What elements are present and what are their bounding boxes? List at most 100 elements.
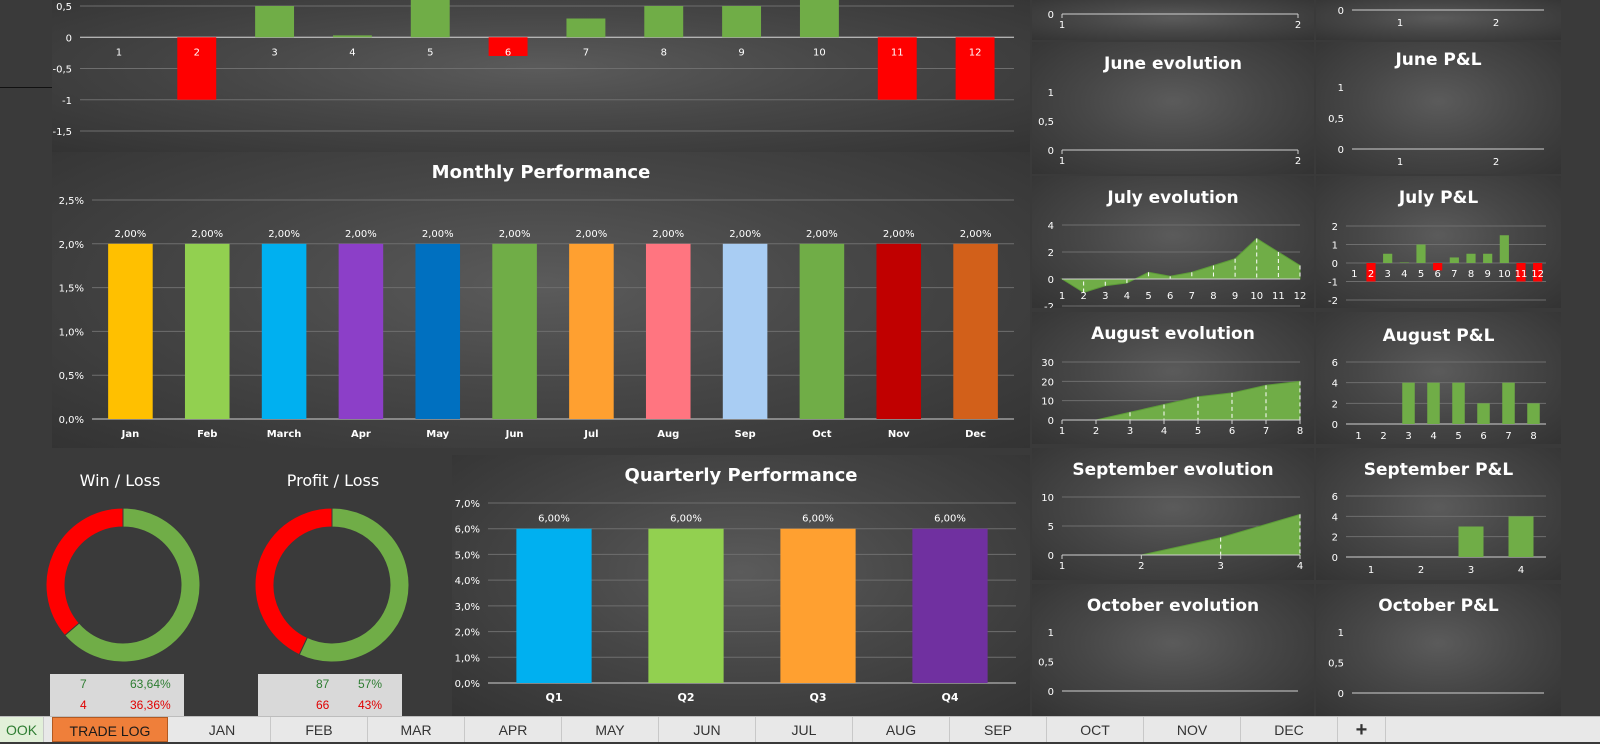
top-pl-x-tick: 8 [661, 47, 667, 58]
august-evolution-svg: 0 10 20 30 1 2 3 4 5 6 7 8 [1041, 358, 1303, 437]
august-pl-svg: 0 2 4 6 1 2 3 4 5 6 7 8 [1332, 358, 1546, 442]
october-pl-y-tick: 0 [1338, 689, 1344, 700]
september-evolution-y-tick: 10 [1041, 493, 1054, 504]
monthly-x-tick: Feb [197, 429, 217, 440]
profit-count: 87 [316, 677, 330, 691]
july-evolution-x-tick: 8 [1210, 291, 1216, 302]
monthly-data-label: 2,00% [268, 229, 300, 240]
july-evolution-x-tick: 6 [1167, 291, 1173, 302]
october-evolution-y-tick: 0 [1048, 687, 1054, 698]
september-evolution-x-tick: 1 [1059, 561, 1065, 572]
monthly-x-tick: Aug [657, 429, 679, 440]
tab-may[interactable]: MAY [562, 717, 659, 742]
june-pl-y-tick: 1 [1338, 83, 1344, 94]
tab-oct[interactable]: OCT [1047, 717, 1144, 742]
tab-mar[interactable]: MAR [368, 717, 465, 742]
top-pl-x-tick: 7 [583, 47, 589, 58]
october-evolution-y-tick: 0,5 [1038, 658, 1054, 669]
top-pl-x-tick: 2 [194, 47, 200, 58]
quarterly-x-tick: Q3 [809, 691, 826, 704]
monthly-x-tick: Nov [888, 429, 910, 440]
quarterly-bar [780, 528, 856, 683]
monthly-bar [645, 243, 691, 419]
tab-apr[interactable]: APR [465, 717, 562, 742]
july-pl-bar [1399, 262, 1409, 263]
top-pl-bar [332, 35, 372, 38]
june-pl-y-tick: 0 [1338, 145, 1344, 156]
win-loss-slice [45, 507, 124, 637]
monthly-bar [953, 243, 998, 419]
win-loss-table: 7 63,64% 4 36,36% [50, 674, 184, 716]
monthly-bar [184, 243, 230, 419]
july-evolution-y-tick: 2 [1048, 248, 1054, 259]
july-pl-bar [1499, 235, 1509, 263]
september-pl-y-tick: 4 [1332, 512, 1338, 523]
monthly-data-label: 2,00% [191, 229, 223, 240]
quarterly-y-tick: 6,0% [455, 525, 480, 536]
loss-percent: 36,36% [130, 698, 171, 712]
tab-jan[interactable]: JAN [174, 717, 271, 742]
add-sheet-button[interactable]: + [1338, 717, 1386, 742]
top-pl-y-tick: -1,5 [52, 127, 72, 138]
may-pl-svg: 0 1 2 [1338, 6, 1544, 29]
july-pl-bar [1483, 253, 1493, 263]
july-pl-chart: July P&L -2 -1 0 1 2 1 2 3 4 5 6 7 8 9 10 11 12 [1316, 176, 1561, 308]
tab-trade-log[interactable]: TRADE LOG [52, 717, 168, 742]
top-pl-bar [566, 18, 606, 38]
august-evolution-x-tick: 3 [1127, 426, 1133, 437]
august-pl-x-tick: 5 [1455, 431, 1461, 442]
july-pl-x-tick: 11 [1515, 269, 1528, 280]
tab-feb[interactable]: FEB [271, 717, 368, 742]
june-pl-y-tick: 0,5 [1328, 114, 1344, 125]
profit-row: 87 57% [258, 674, 402, 694]
tab-dec[interactable]: DEC [1241, 717, 1338, 742]
june-pl-svg: 0 0,5 1 1 2 [1328, 83, 1544, 168]
august-pl-x-tick: 7 [1505, 431, 1511, 442]
top-pl-bar [722, 6, 762, 38]
august-pl-y-tick: 4 [1332, 379, 1338, 390]
july-evolution-y-tick: -2 [1044, 302, 1054, 308]
top-pl-y-tick: 0 [66, 33, 72, 44]
august-pl-x-tick: 6 [1480, 431, 1486, 442]
top-pl-y-tick: 0,5 [56, 2, 72, 13]
win-loss-title: Win / Loss [79, 471, 161, 490]
loss-amount-count: 66 [316, 698, 330, 712]
september-pl-y-tick: 0 [1332, 553, 1338, 564]
september-evolution-y-tick: 5 [1048, 522, 1054, 533]
july-pl-x-tick: 6 [1434, 269, 1440, 280]
september-pl-bar [1508, 516, 1534, 557]
monthly-data-label: 2,00% [729, 229, 761, 240]
top-pl-bar [410, 0, 450, 38]
tab-ook[interactable]: OOK [0, 717, 44, 742]
august-pl-y-tick: 0 [1332, 420, 1338, 431]
september-evolution-x-tick: 4 [1297, 561, 1303, 572]
august-evolution-x-tick: 7 [1263, 426, 1269, 437]
quarterly-data-label: 6,00% [538, 514, 570, 525]
profit-loss-title: Profit / Loss [286, 471, 380, 490]
top-pl-x-tick: 11 [891, 47, 904, 58]
august-pl-x-tick: 3 [1405, 431, 1411, 442]
top-pl-bar [799, 0, 839, 38]
tab-jun[interactable]: JUN [659, 717, 756, 742]
tab-aug[interactable]: AUG [853, 717, 950, 742]
profit-percent: 57% [358, 677, 383, 691]
august-evolution-y-tick: 0 [1048, 416, 1054, 427]
tab-nov[interactable]: NOV [1144, 717, 1241, 742]
quarterly-data-label: 6,00% [670, 514, 702, 525]
july-pl-x-tick: 7 [1451, 269, 1457, 280]
loss-amount-percent: 43% [358, 698, 383, 712]
tab-jul[interactable]: JUL [756, 717, 853, 742]
monthly-y-tick: 0,0% [59, 415, 84, 426]
monthly-y-tick: 2,0% [59, 240, 84, 251]
september-pl-chart: September P&L 02461234 [1316, 448, 1561, 580]
august-pl-bar [1402, 382, 1415, 424]
july-pl-bar [1383, 253, 1393, 263]
tab-sep[interactable]: SEP [950, 717, 1047, 742]
august-evolution-y-tick: 10 [1041, 397, 1054, 408]
july-pl-x-tick: 10 [1498, 269, 1511, 280]
quarterly-y-tick: 0,0% [455, 679, 480, 690]
may-pl-y-tick: 0 [1338, 6, 1344, 17]
august-pl-y-tick: 6 [1332, 358, 1338, 369]
monthly-data-label: 2,00% [883, 229, 915, 240]
may-evolution-y-tick: 0 [1048, 10, 1054, 21]
